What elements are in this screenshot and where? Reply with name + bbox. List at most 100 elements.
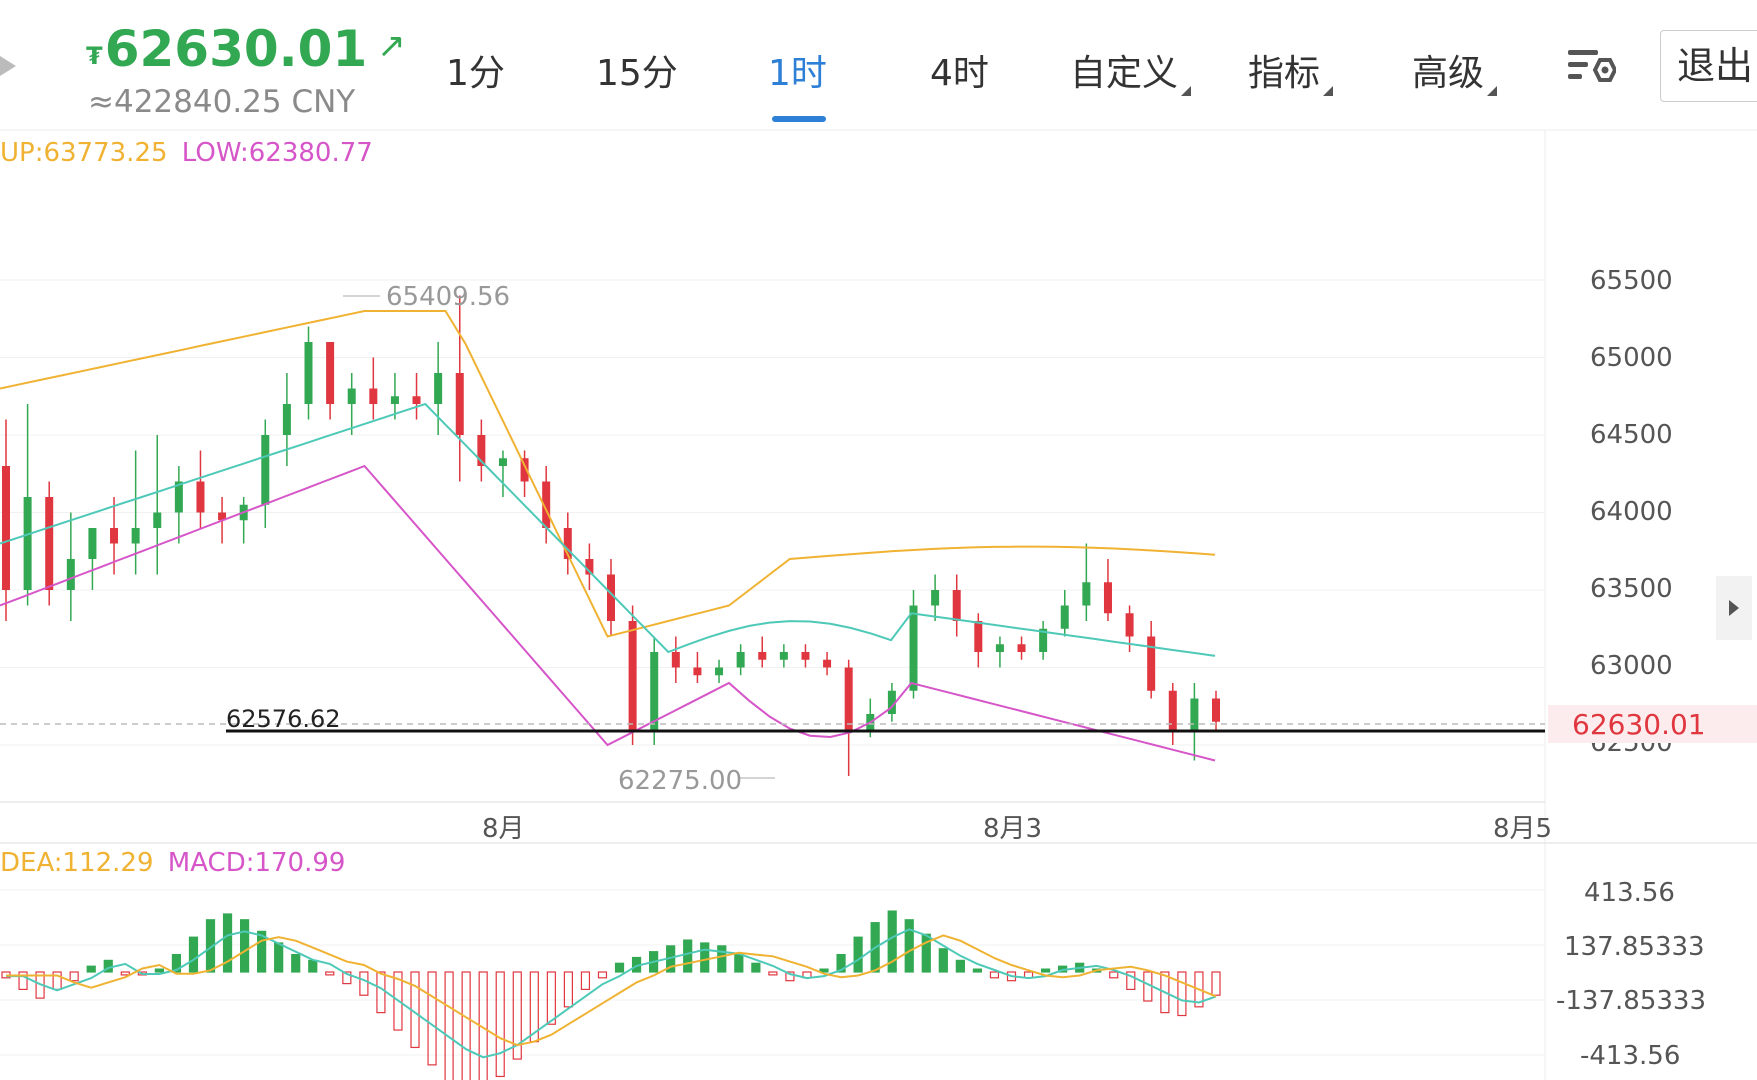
horizontal-line-label: 62576.62 [226,705,341,733]
candle [304,342,313,404]
macd-bar [972,968,983,973]
macd-bar [495,971,505,1078]
macd-y-tick-label: -137.85333 [1556,986,1706,1016]
macd-y-tick-label: 413.56 [1584,878,1675,908]
y-tick-label: 63000 [1590,651,1673,681]
candle [326,342,335,404]
macd-bar [291,953,301,973]
macd-bar [86,965,96,973]
candle [1017,644,1026,652]
candle [844,667,853,730]
macd-bar [444,971,454,1080]
macd-bar [308,959,318,973]
candle [995,644,1004,652]
low-price-marker: 62275.00 [618,766,743,796]
candle [153,512,162,528]
candle [628,621,637,730]
high-price-marker: 65409.56 [386,282,511,312]
macd-bar [853,936,863,973]
candle [110,528,119,544]
macd-bar [597,971,608,979]
macd-bar [904,919,914,973]
x-tick-label: 8月5 [1493,814,1553,844]
candle [45,497,54,590]
macd-bar [427,971,437,1066]
chevron-right-icon [1729,600,1739,616]
macd-bar [751,962,761,973]
candle [952,590,961,621]
macd-bar [717,945,727,973]
macd-bar [1109,971,1119,979]
y-tick-label: 64500 [1590,420,1673,450]
candle [131,528,140,544]
candle [974,621,983,652]
candle [1060,605,1069,629]
candle [88,528,97,559]
macd-bar [580,971,591,991]
candle [715,667,724,676]
y-tick-label: 64000 [1590,497,1673,527]
candle [66,559,75,590]
boll-low-legend: LOW:62380.77 [181,138,373,168]
candle [909,605,918,691]
boll-up-legend: UP:63773.25 [0,138,168,168]
boll-legend: UP:63773.25 LOW:62380.77 [0,138,373,168]
macd-bar [188,936,199,973]
macd-bar [1177,971,1187,1017]
candle [261,435,270,505]
macd-bar [989,971,1000,979]
macd-bar [239,919,250,973]
macd-bar [955,959,965,973]
macd-bar [120,971,130,976]
macd-bar [546,971,556,1025]
macd-y-tick-label: -413.56 [1580,1041,1681,1071]
y-tick-label: 65000 [1590,343,1673,373]
macd-bar [1211,971,1221,996]
candle [758,652,767,660]
macd-legend: DEA:112.29 MACD:170.99 [0,848,345,878]
macd-bar [734,953,744,973]
expand-panel-button[interactable] [1716,576,1752,640]
macd-bar [938,948,948,973]
macd-bar [768,971,778,976]
candle [1212,698,1220,722]
candle [196,481,205,513]
macd-bar [563,971,573,1008]
macd-value-legend: MACD:170.99 [167,848,346,878]
candle [347,388,356,404]
macd-bar [154,968,164,973]
candle [1147,636,1156,691]
candle [650,652,659,730]
macd-bar [325,971,335,976]
y-tick-label: 63500 [1590,574,1673,604]
candle [779,652,788,660]
candle [1103,582,1112,614]
x-tick-label: 8月 [482,814,525,844]
candle [434,373,443,404]
macd-bar [461,971,471,1080]
macd-bar [69,971,79,982]
macd-bar [614,962,625,973]
x-tick-label: 8月3 [983,814,1043,844]
candle [498,458,507,466]
candle [693,667,702,676]
candle [390,396,399,404]
candle [1082,582,1091,606]
current-price-axis-label: 62630.01 [1572,708,1706,741]
macd-bar [274,942,284,973]
candle [369,388,378,404]
dea-legend: DEA:112.29 [0,848,154,878]
candle [1125,613,1134,637]
macd-bar [921,933,931,973]
candle [823,659,832,668]
candle [736,652,745,668]
candle [282,404,291,435]
candle [23,497,32,590]
candle [2,466,10,590]
macd-y-tick-label: 137.85333 [1564,932,1705,962]
candle [671,652,680,668]
y-tick-label: 65500 [1590,266,1673,296]
macd-bar [700,942,710,973]
macd-bar [683,939,693,973]
dea-line [6,934,1217,1047]
